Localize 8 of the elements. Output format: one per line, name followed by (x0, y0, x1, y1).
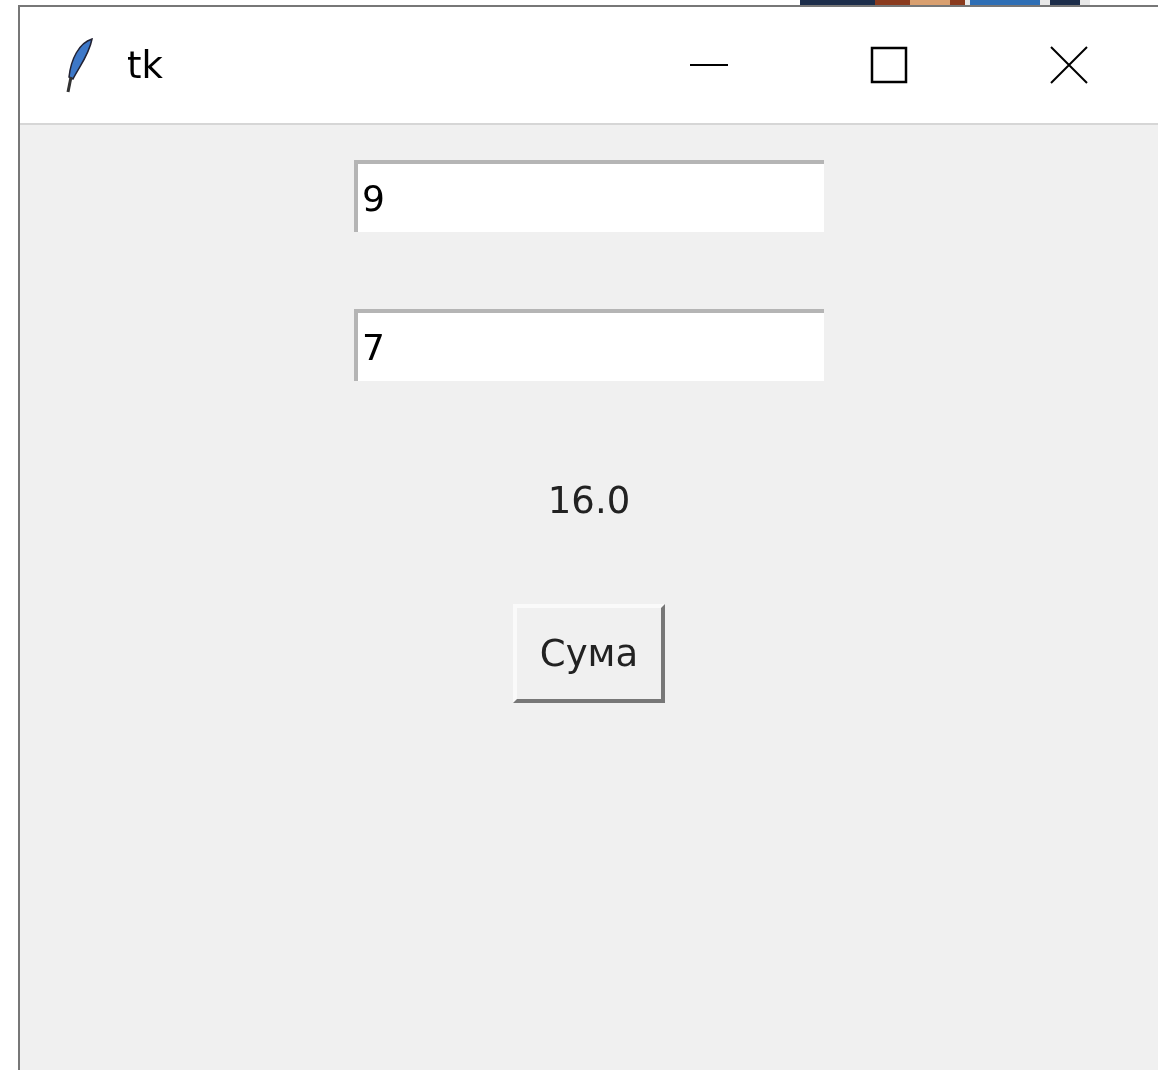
input-field[interactable]: 7 (354, 309, 824, 381)
close-icon[interactable] (1050, 46, 1088, 84)
feather-icon (65, 37, 95, 93)
input-field[interactable]: 9 (354, 160, 824, 232)
sum-button[interactable]: Сума (513, 604, 665, 703)
maximize-icon[interactable] (870, 46, 908, 84)
window-title: tk (127, 43, 163, 87)
result-label: 16.0 (547, 478, 631, 524)
